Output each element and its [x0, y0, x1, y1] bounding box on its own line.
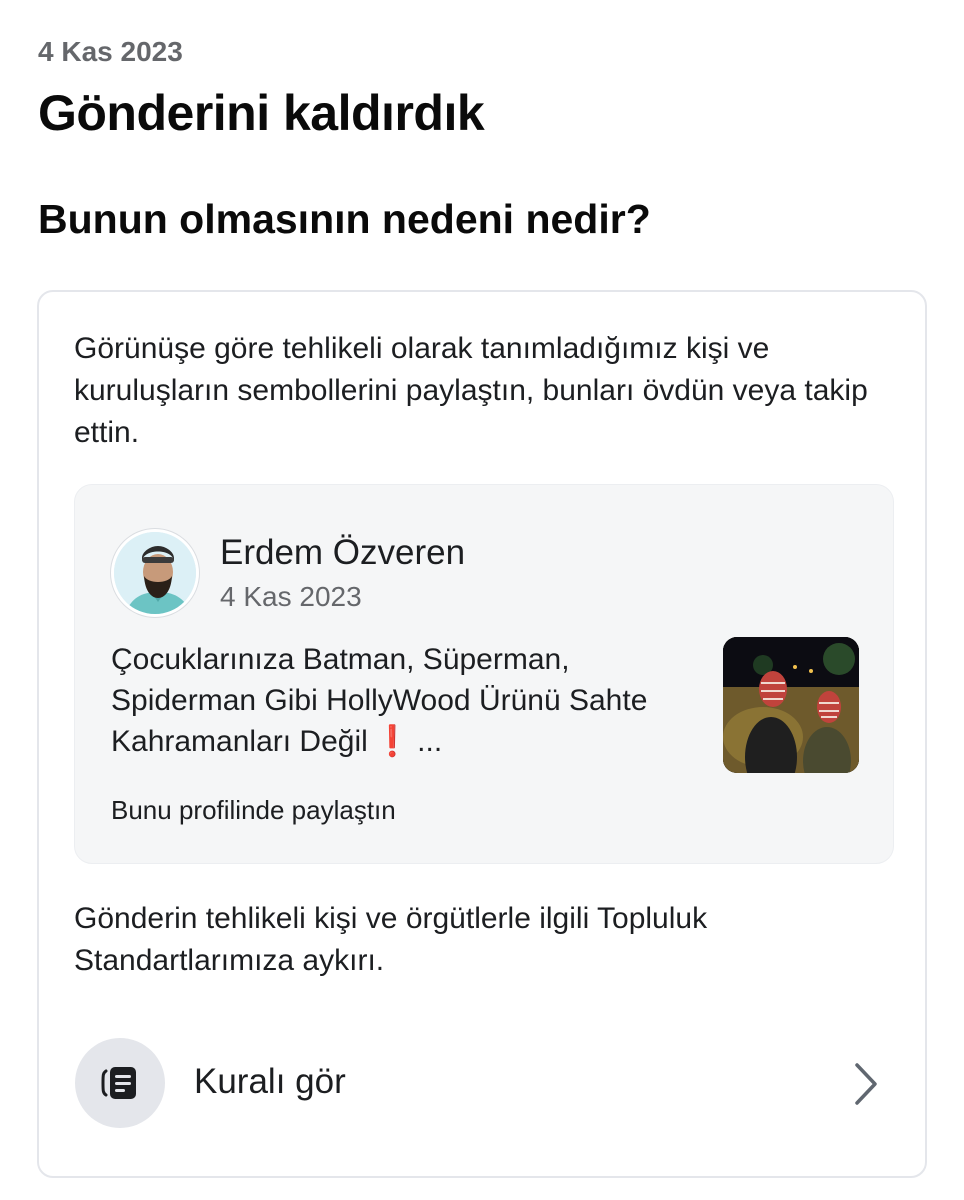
- shared-note: Bunu profilinde paylaştın: [111, 795, 396, 825]
- post-ellipsis: ...: [417, 725, 443, 758]
- post-text: Çocuklarınıza Batman, Süperman, Spiderma…: [111, 639, 701, 762]
- exclamation-emoji: ❗: [373, 725, 412, 758]
- section-heading: Bunun olmasının nedeni nedir?: [38, 196, 651, 242]
- avatar: [111, 529, 199, 617]
- post-text-line: Kahramanları Değil ❗...: [111, 721, 701, 762]
- violation-text: Gönderin tehlikeli kişi ve örgütlerle il…: [74, 902, 708, 977]
- removal-notice-page: 4 Kas 2023 Gönderini kaldırdık Bunun olm…: [0, 0, 964, 1200]
- post-photo-image: [723, 637, 859, 773]
- rule-icon-circle: [75, 1038, 165, 1128]
- post-date: 4 Kas 2023: [220, 581, 362, 612]
- chevron-right-icon: [855, 1063, 877, 1105]
- post-text-line: Çocuklarınıza Batman, Süperman,: [111, 643, 570, 676]
- avatar-image: [114, 532, 196, 614]
- view-rule-button[interactable]: Kuralı gör: [39, 1028, 925, 1138]
- post-text-line: Spiderman Gibi HollyWood Ürünü Sahte: [111, 684, 648, 717]
- post-author-name: Erdem Özveren: [220, 533, 466, 572]
- reason-card: Görünüşe göre tehlikeli olarak tanımladı…: [37, 290, 927, 1178]
- post-text-fragment: Kahramanları Değil: [111, 725, 368, 758]
- document-stack-icon: [101, 1067, 136, 1099]
- rule-link-label: Kuralı gör: [194, 1062, 346, 1101]
- notice-date: 4 Kas 2023: [38, 36, 183, 67]
- reason-text: Görünüşe göre tehlikeli olarak tanımladı…: [74, 332, 868, 449]
- page-title: Gönderini kaldırdık: [38, 85, 485, 141]
- post-thumbnail[interactable]: [723, 637, 859, 773]
- post-preview[interactable]: Erdem Özveren 4 Kas 2023 Çocuklarınıza B…: [74, 484, 894, 864]
